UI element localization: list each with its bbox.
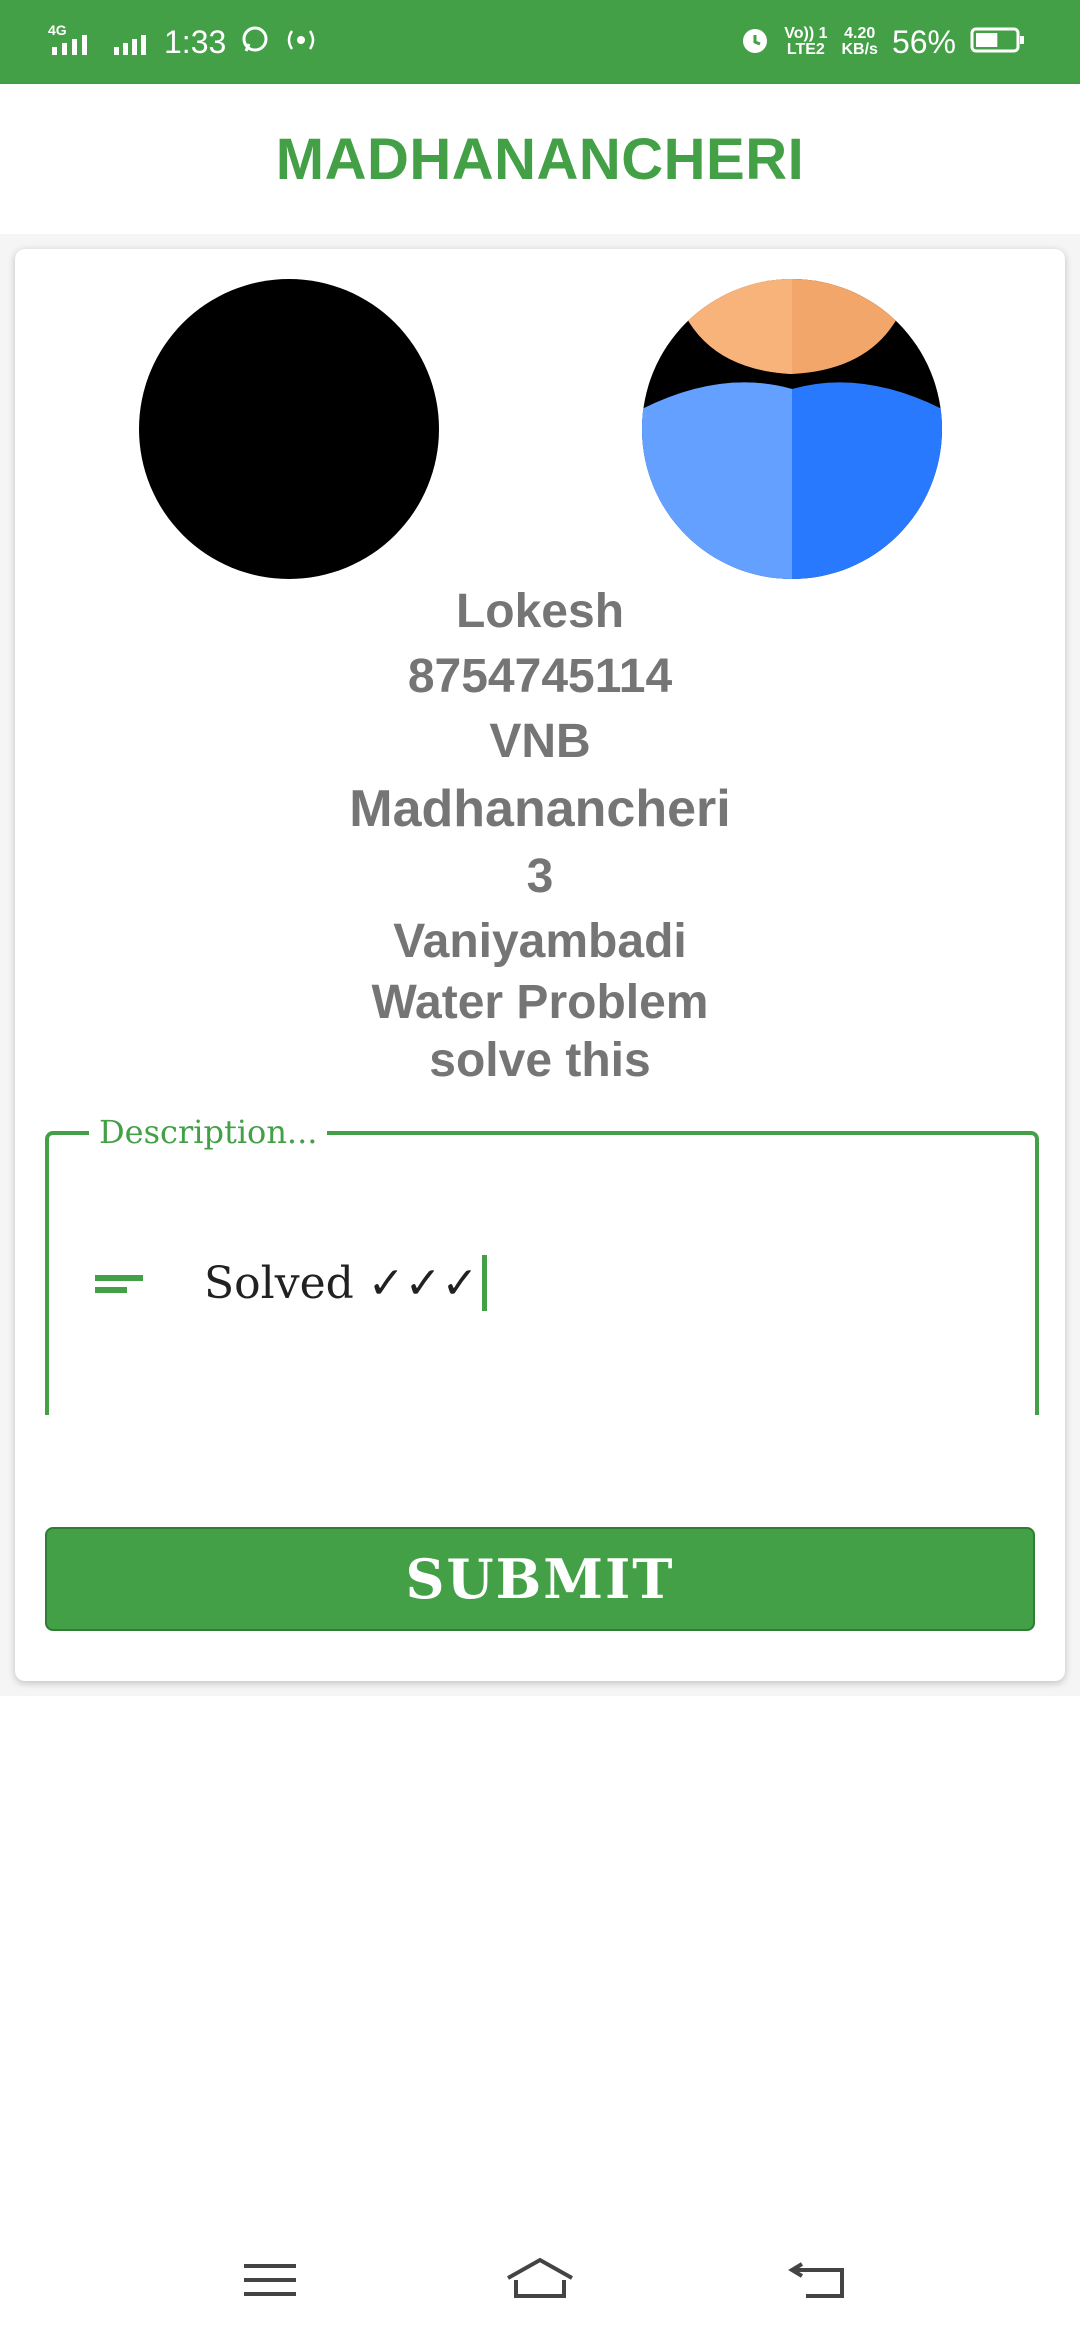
home-icon[interactable] <box>500 2250 580 2310</box>
signal-icon: 4G <box>48 22 100 62</box>
speed-value: 4.20 <box>844 25 876 42</box>
status-left: 4G 1:33 <box>48 0 318 84</box>
user-avatar-icon <box>642 279 942 579</box>
issue-title: Water Problem <box>371 976 709 1029</box>
battery-icon <box>970 25 1026 60</box>
signal-icon <box>114 23 150 62</box>
whatsapp-icon <box>240 25 270 60</box>
page-title: MADHANANCHERI <box>275 126 805 192</box>
menu-icon[interactable] <box>230 2250 310 2310</box>
battery-percent: 56% <box>891 23 956 60</box>
description-input[interactable]: Solved ✓✓✓ <box>204 1255 488 1311</box>
avatar <box>139 279 439 579</box>
user-name: Lokesh <box>455 585 625 638</box>
status-right: Vo)) 1 LTE2 4.20 KB/s 56% <box>740 0 1026 84</box>
navigation-bar <box>0 2220 1080 2340</box>
description-field[interactable]: Description... Solved ✓✓✓ <box>45 1113 1039 1415</box>
user-city: Vaniyambadi <box>393 915 687 968</box>
alarm-icon <box>740 25 770 60</box>
user-code: VNB <box>489 715 591 768</box>
speed-unit: KB/s <box>841 41 878 58</box>
ward-number: 3 <box>526 850 554 903</box>
lte-label: LTE2 <box>786 41 825 58</box>
network-speed: 4.20 KB/s <box>842 26 878 58</box>
user-phone: 8754745114 <box>407 650 673 703</box>
short-text-icon <box>95 1275 143 1295</box>
description-text: Solved ✓✓✓ <box>204 1257 479 1309</box>
user-area: Madhanancheri <box>349 780 731 838</box>
clock: 1:33 <box>164 23 227 60</box>
hotspot-icon <box>284 25 318 60</box>
description-label: Description... <box>89 1113 328 1151</box>
volte-indicator: Vo)) 1 LTE2 <box>784 26 827 58</box>
complaint-details: Lokesh 8754745114 VNB Madhanancheri 3 Va… <box>15 579 1065 1090</box>
status-bar: 4G 1:33 Vo)) 1 LTE2 4.20 KB/s 56% <box>0 0 1080 84</box>
text-cursor <box>482 1255 488 1311</box>
issue-note: solve this <box>429 1034 651 1087</box>
user-avatar <box>642 279 942 579</box>
back-icon[interactable] <box>780 2250 860 2310</box>
complaint-card: Lokesh 8754745114 VNB Madhanancheri 3 Va… <box>15 249 1065 1681</box>
submit-button[interactable]: SUBMIT <box>45 1527 1035 1631</box>
volte-label: Vo)) 1 <box>784 25 828 42</box>
app-bar: MADHANANCHERI <box>0 84 1080 234</box>
network-type-label: 4G <box>48 23 67 38</box>
